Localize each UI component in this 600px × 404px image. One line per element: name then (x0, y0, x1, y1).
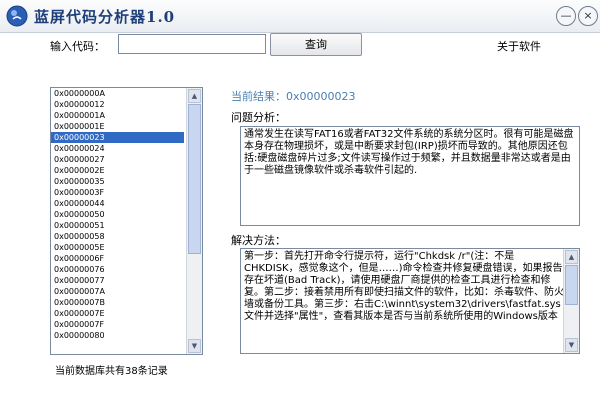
code-input[interactable] (118, 34, 266, 54)
solution-scroll-thumb[interactable] (565, 265, 578, 305)
list-item[interactable]: 0x0000007B (51, 297, 184, 308)
solution-scroll-up-icon[interactable]: ▲ (565, 250, 578, 264)
scroll-thumb[interactable] (188, 104, 201, 254)
query-button[interactable]: 查询 (270, 33, 362, 56)
list-item[interactable]: 0x00000051 (51, 220, 184, 231)
title-bar: 蓝屏代码分析器1.0 — × (0, 0, 600, 33)
list-item[interactable]: 0x0000003F (51, 187, 184, 198)
problem-analysis-label: 问题分析： (231, 111, 286, 124)
list-item[interactable]: 0x00000012 (51, 99, 184, 110)
solution-label: 解决方法： (231, 234, 286, 247)
close-button[interactable]: × (578, 6, 598, 26)
list-item[interactable]: 0x00000044 (51, 198, 184, 209)
window-title: 蓝屏代码分析器1.0 (34, 8, 176, 26)
app-window: 蓝屏代码分析器1.0 — × 输入代码： 查询 关于软件 0x0000000A 0… (0, 0, 600, 404)
list-item[interactable]: 0x00000023 (51, 132, 184, 143)
code-list-scrollbar[interactable]: ▲ ▼ (186, 88, 202, 354)
input-code-label: 输入代码： (50, 40, 105, 53)
current-result-label: 当前结果：0x00000023 (231, 90, 356, 103)
list-item[interactable]: 0x00000080 (51, 330, 184, 341)
list-item[interactable]: 0x00000058 (51, 231, 184, 242)
list-item[interactable]: 0x00000050 (51, 209, 184, 220)
minimize-button[interactable]: — (556, 6, 576, 26)
list-item[interactable]: 0x0000007F (51, 319, 184, 330)
about-link[interactable]: 关于软件 (497, 38, 541, 54)
list-item[interactable]: 0x0000006F (51, 253, 184, 264)
scroll-up-icon[interactable]: ▲ (188, 89, 201, 103)
scroll-down-icon[interactable]: ▼ (188, 339, 201, 353)
code-list[interactable]: 0x0000000A 0x00000012 0x0000001A 0x0000001E… (50, 87, 203, 355)
list-item[interactable]: 0x00000035 (51, 176, 184, 187)
solution-textbox[interactable]: 第一步：首先打开命令行提示符，运行"Chkdsk /r"(注：不是CHKDISK… (240, 248, 580, 354)
list-item[interactable]: 0x00000077 (51, 275, 184, 286)
app-icon (6, 5, 28, 27)
list-item[interactable]: 0x00000076 (51, 264, 184, 275)
problem-analysis-text: 通常发生在读写FAT16或者FAT32文件系统的系统分区时。很有可能是磁盘本身存… (244, 129, 574, 176)
list-item[interactable]: 0x0000000A (51, 88, 184, 99)
solution-scrollbar[interactable]: ▲ ▼ (563, 249, 579, 353)
list-item[interactable]: 0x0000005E (51, 242, 184, 253)
list-item[interactable]: 0x0000007E (51, 308, 184, 319)
record-count-label: 当前数据库共有38条记录 (55, 366, 168, 377)
list-item[interactable]: 0x0000001E (51, 121, 184, 132)
list-item[interactable]: 0x00000027 (51, 154, 184, 165)
code-list-items: 0x0000000A 0x00000012 0x0000001A 0x0000001E… (51, 88, 184, 341)
solution-text: 第一步：首先打开命令行提示符，运行"Chkdsk /r"(注：不是CHKDISK… (244, 251, 564, 322)
problem-analysis-textbox[interactable]: 通常发生在读写FAT16或者FAT32文件系统的系统分区时。很有可能是磁盘本身存… (240, 126, 580, 226)
list-item[interactable]: 0x0000002E (51, 165, 184, 176)
list-item[interactable]: 0x00000024 (51, 143, 184, 154)
solution-scroll-down-icon[interactable]: ▼ (565, 338, 578, 352)
list-item[interactable]: 0x0000007A (51, 286, 184, 297)
list-item[interactable]: 0x0000001A (51, 110, 184, 121)
